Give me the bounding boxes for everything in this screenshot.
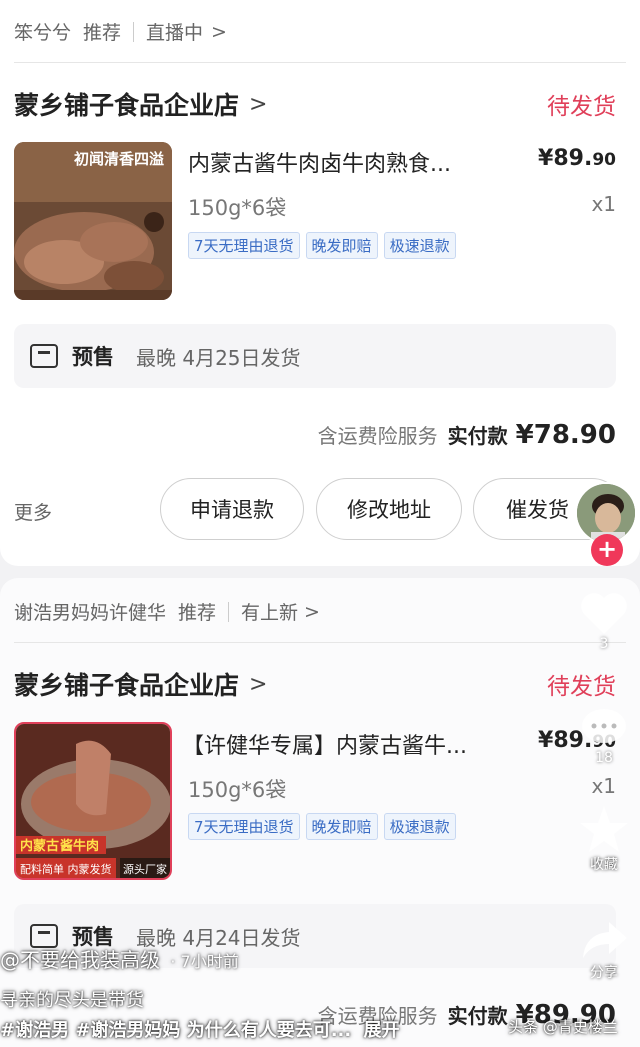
insurance-label: 含运费险服务: [317, 424, 438, 448]
shop-name-label: 蒙乡铺子食品企业店: [14, 671, 240, 700]
like-count: 3: [599, 636, 609, 652]
product-name[interactable]: 内蒙古酱牛肉卤牛肉熟食...: [188, 146, 451, 178]
chevron-right-icon[interactable]: >: [211, 21, 227, 43]
tag-late-compensation: 晚发即赔: [305, 813, 378, 840]
service-tags: 7天无理由退货 晚发即赔 极速退款: [188, 232, 456, 259]
thumb-caption-3: 配料简单 内蒙发货: [20, 862, 112, 876]
tag-late-compensation: 晚发即赔: [305, 232, 378, 259]
shop-name-label: 蒙乡铺子食品企业店: [14, 91, 240, 120]
divider: [14, 62, 626, 63]
watermark: 头条 @青史楼兰: [508, 1018, 618, 1036]
shop-row[interactable]: 蒙乡铺子食品企业店 > 待发货: [14, 86, 616, 122]
order-source-row: 谢浩男妈妈许健华 推荐 有上新 >: [14, 598, 320, 625]
order-status: 待发货: [547, 674, 616, 700]
product-spec: 150g*6袋: [188, 196, 287, 220]
share-arrow-icon: [583, 922, 627, 958]
order-card-1: 笨兮兮 推荐 直播中 > 蒙乡铺子食品企业店 > 待发货 初闻清香四溢 内蒙古酱…: [0, 0, 640, 566]
thumb-caption: 初闻清香四溢: [74, 150, 164, 168]
paid-label: 实付款: [447, 1004, 508, 1028]
product-qty: x1: [591, 192, 616, 216]
paid-label: 实付款: [447, 424, 508, 448]
share-label: 分享: [590, 965, 618, 981]
source-tag: 推荐: [178, 602, 217, 624]
video-caption: 寻亲的尽头是带货: [0, 990, 144, 1011]
follow-plus-button[interactable]: +: [591, 534, 623, 566]
divider: [14, 642, 626, 643]
thumb-caption-1: 内蒙古: [20, 838, 59, 854]
thumb-caption-2: 酱牛肉: [60, 838, 99, 854]
product-thumbnail[interactable]: 内蒙古 酱牛肉 配料简单 内蒙发货 源头厂家: [14, 722, 172, 880]
divider: [133, 21, 135, 42]
favorite-label: 收藏: [590, 857, 618, 873]
edit-address-button[interactable]: 修改地址: [316, 478, 462, 540]
comment-icon: [582, 709, 626, 743]
thumb-caption-4: 源头厂家: [123, 862, 167, 876]
live-status-link[interactable]: 直播中: [146, 18, 203, 45]
presale-title: 预售: [72, 345, 114, 369]
divider: [228, 601, 230, 622]
price-cents: 90: [592, 150, 616, 170]
shop-name[interactable]: 蒙乡铺子食品企业店 >: [14, 86, 267, 122]
product-price: ¥89.90: [538, 146, 616, 171]
new-arrivals-link[interactable]: 有上新: [241, 598, 298, 625]
presale-info: 预售 最晚 4月25日发货: [14, 324, 616, 388]
shop-name[interactable]: 蒙乡铺子食品企业店 >: [14, 666, 267, 702]
video-hashtags[interactable]: #谢浩男 #谢浩男妈妈 为什么有人要去可...: [0, 1020, 351, 1041]
comment-action[interactable]: 18: [572, 706, 636, 766]
heart-icon: [581, 593, 627, 634]
chevron-right-icon: >: [249, 671, 268, 697]
share-action[interactable]: 分享: [572, 918, 636, 982]
product-thumbnail[interactable]: 初闻清香四溢: [14, 142, 172, 300]
tag-no-reason-return: 7天无理由退货: [188, 232, 300, 259]
favorite-action[interactable]: 收藏: [572, 804, 636, 874]
like-action[interactable]: 3: [572, 590, 636, 652]
paid-amount: ¥78.90: [515, 420, 616, 450]
video-time: · 7小时前: [170, 952, 239, 971]
order-source-row: 笨兮兮 推荐 直播中 >: [14, 18, 227, 45]
source-author[interactable]: 谢浩男妈妈许健华: [14, 598, 166, 625]
chevron-right-icon: >: [249, 91, 268, 117]
order-status: 待发货: [547, 94, 616, 120]
product-name[interactable]: 【许健华专属】内蒙古酱牛...: [182, 728, 467, 760]
expand-link[interactable]: 展开: [364, 1020, 400, 1041]
tag-fast-refund: 极速退款: [383, 813, 456, 840]
shop-row[interactable]: 蒙乡铺子食品企业店 > 待发货: [14, 666, 616, 702]
video-author-line[interactable]: @不要给我装高级 · 7小时前: [0, 944, 239, 973]
comment-count: 18: [595, 750, 613, 766]
shopping-bag-icon: [30, 344, 58, 368]
product-qty: x1: [591, 774, 616, 798]
service-tags: 7天无理由退货 晚发即赔 极速退款: [188, 813, 456, 840]
star-icon: [580, 806, 628, 852]
order-card-2: 谢浩男妈妈许健华 推荐 有上新 > 蒙乡铺子食品企业店 > 待发货 内蒙古 酱牛…: [0, 578, 640, 1047]
tag-fast-refund: 极速退款: [383, 232, 456, 259]
apply-refund-button[interactable]: 申请退款: [160, 478, 304, 540]
chevron-right-icon[interactable]: >: [304, 601, 320, 623]
presale-ship-date: 最晚 4月25日发货: [136, 345, 301, 370]
video-hashtags-line[interactable]: #谢浩男 #谢浩男妈妈 为什么有人要去可... 展开: [0, 1016, 400, 1042]
source-tag: 推荐: [83, 22, 122, 44]
video-author[interactable]: @不要给我装高级: [0, 948, 160, 972]
order-total-row: 含运费险服务 实付款 ¥78.90: [318, 420, 616, 450]
tag-no-reason-return: 7天无理由退货: [188, 813, 300, 840]
more-button[interactable]: 更多: [14, 498, 52, 525]
product-spec: 150g*6袋: [188, 778, 287, 802]
source-author[interactable]: 笨兮兮: [14, 18, 71, 45]
price-main: ¥89.: [538, 146, 593, 171]
